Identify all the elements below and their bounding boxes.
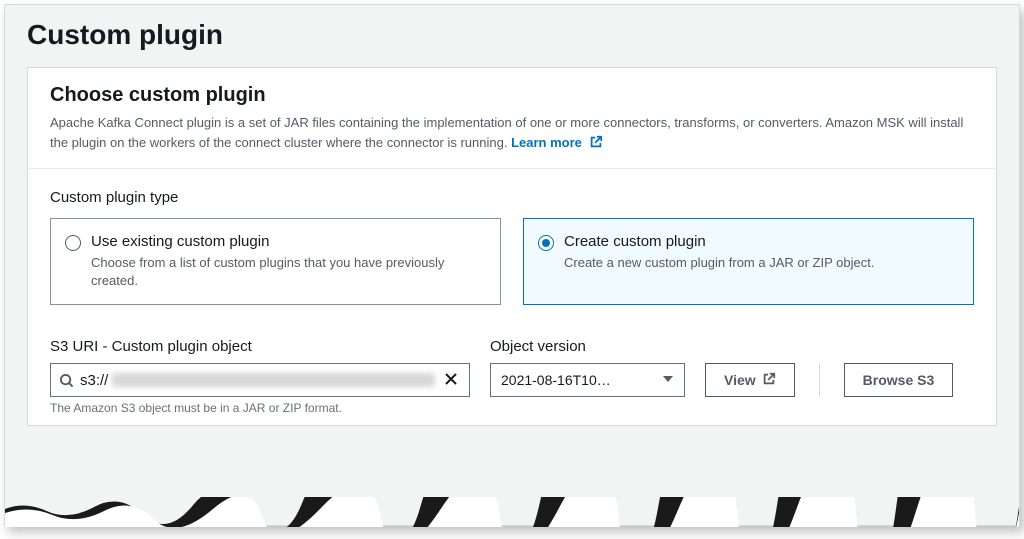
external-link-icon	[589, 135, 603, 155]
choose-plugin-panel: Choose custom plugin Apache Kafka Connec…	[27, 67, 997, 426]
s3-uri-label: S3 URI - Custom plugin object	[50, 338, 470, 355]
tile-description: Choose from a list of custom plugins tha…	[91, 254, 486, 290]
tile-create-plugin[interactable]: Create custom plugin Create a new custom…	[523, 218, 974, 305]
object-version-field: Object version 2021-08-16T10…	[490, 338, 685, 415]
vertical-divider	[819, 363, 820, 397]
s3-uri-input-wrap[interactable]: s3://	[50, 363, 470, 397]
s3-uri-hint: The Amazon S3 object must be in a JAR or…	[50, 401, 470, 415]
fields-row: S3 URI - Custom plugin object s3://	[50, 335, 974, 415]
object-version-label: Object version	[490, 338, 685, 355]
plugin-type-tiles: Use existing custom plugin Choose from a…	[50, 218, 974, 305]
learn-more-link[interactable]: Learn more	[511, 135, 602, 150]
view-button[interactable]: View	[705, 363, 795, 397]
view-col: View	[705, 335, 795, 415]
radio-icon	[538, 235, 554, 251]
search-icon	[59, 373, 74, 388]
learn-more-label: Learn more	[511, 135, 582, 150]
tile-description: Create a new custom plugin from a JAR or…	[564, 254, 959, 272]
plugin-type-label: Custom plugin type	[50, 189, 974, 206]
s3-prefix: s3://	[80, 372, 108, 389]
clear-input-button[interactable]	[441, 369, 461, 392]
divider-col	[815, 335, 824, 415]
browse-col: Browse S3	[844, 335, 954, 415]
radio-icon	[65, 235, 81, 251]
panel-description: Apache Kafka Connect plugin is a set of …	[50, 113, 974, 154]
tile-use-existing[interactable]: Use existing custom plugin Choose from a…	[50, 218, 501, 305]
page-title: Custom plugin	[5, 5, 1019, 67]
panel-title: Choose custom plugin	[50, 84, 974, 107]
browse-s3-button[interactable]: Browse S3	[844, 363, 954, 397]
tile-title: Create custom plugin	[564, 233, 959, 250]
close-icon	[443, 371, 459, 390]
panel-header: Choose custom plugin Apache Kafka Connec…	[28, 68, 996, 169]
s3-uri-redacted-value	[112, 373, 435, 387]
s3-uri-field: S3 URI - Custom plugin object s3://	[50, 338, 470, 415]
object-version-value: 2021-08-16T10…	[501, 372, 611, 388]
caret-down-icon	[662, 372, 674, 388]
tile-title: Use existing custom plugin	[91, 233, 486, 250]
panel-body: Custom plugin type Use existing custom p…	[28, 169, 996, 425]
view-button-label: View	[724, 372, 756, 388]
torn-edge-decoration	[5, 497, 1019, 527]
external-link-icon	[762, 372, 776, 389]
browse-button-label: Browse S3	[863, 372, 935, 388]
object-version-select[interactable]: 2021-08-16T10…	[490, 363, 685, 397]
panel-description-text: Apache Kafka Connect plugin is a set of …	[50, 115, 963, 150]
